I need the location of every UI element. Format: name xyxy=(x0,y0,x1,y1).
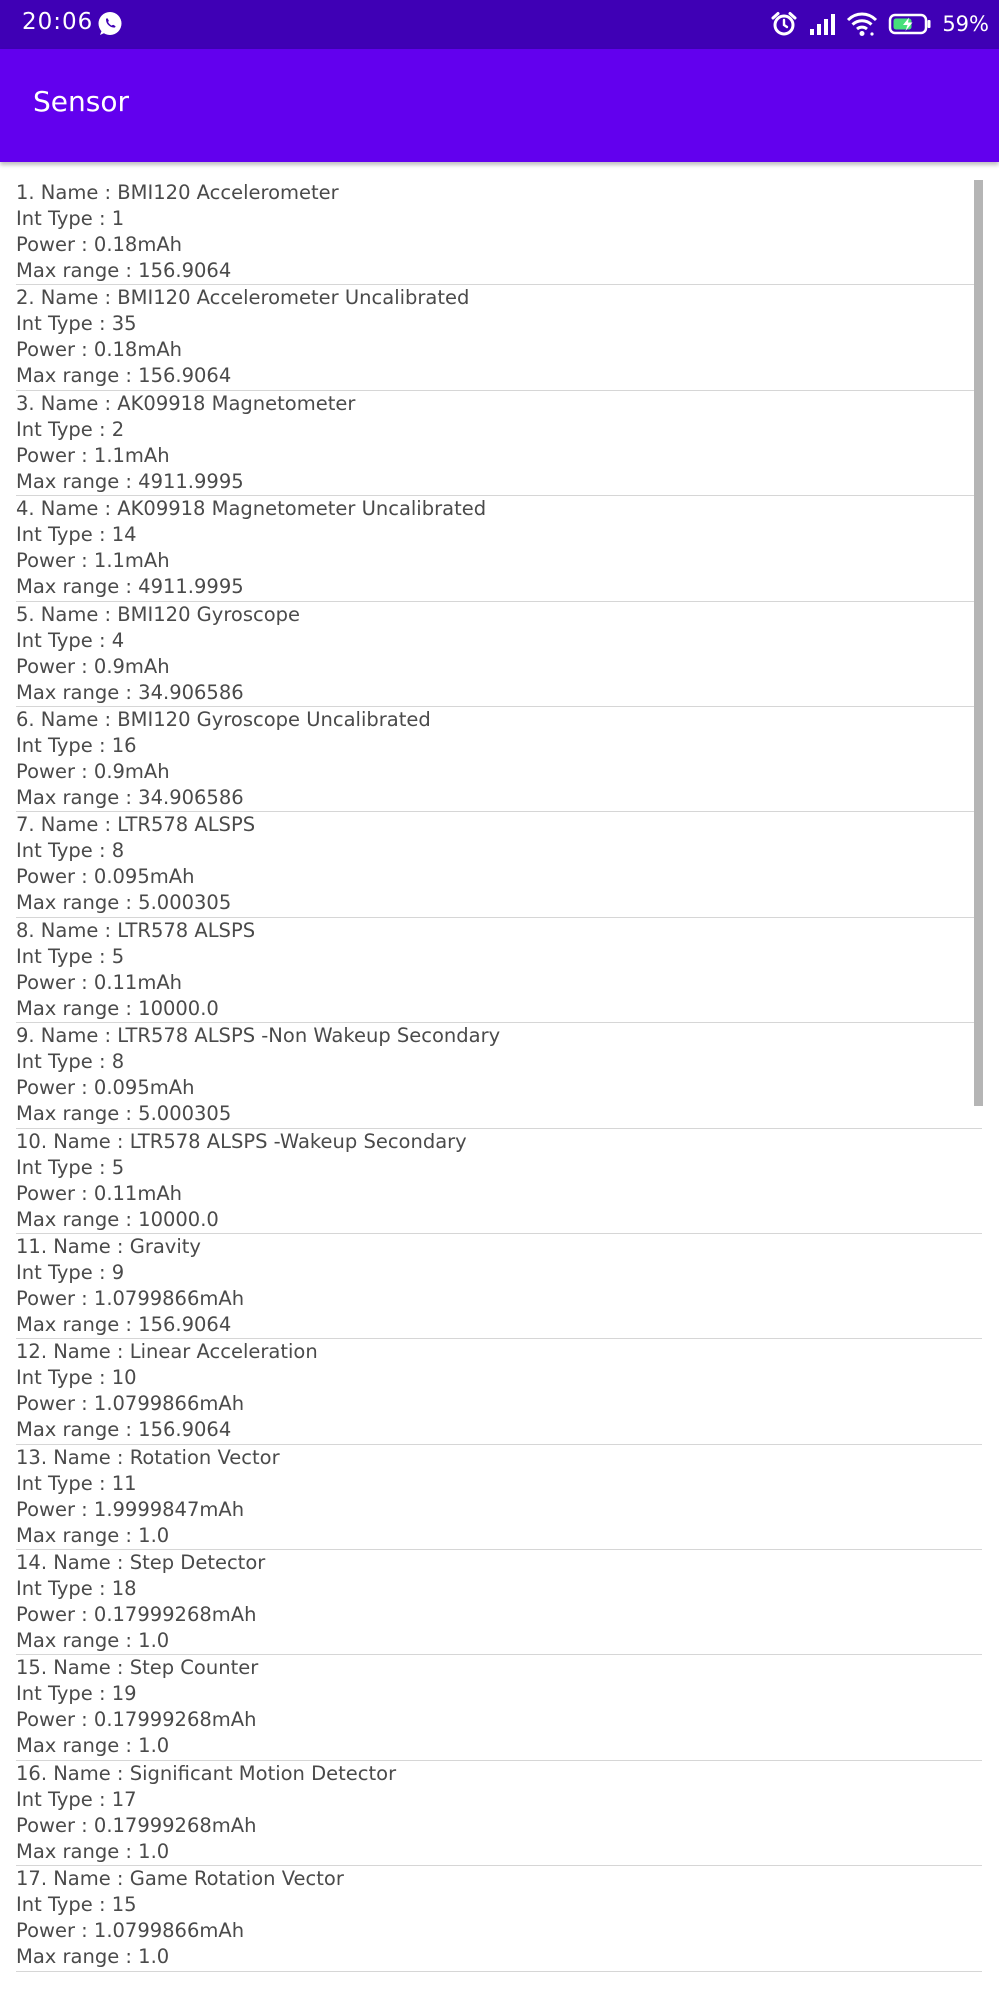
status-icons: 59% xyxy=(770,8,989,40)
whatsapp-icon xyxy=(96,10,124,38)
sensor-max-range-line: Max range : 5.000305 xyxy=(16,1102,232,1126)
sensor-power-line: Power : 0.17999268mAh xyxy=(16,1603,257,1627)
sensor-name-line: 6. Name : BMI120 Gyroscope Uncalibrated xyxy=(16,707,431,731)
sensor-power-line: Power : 1.1mAh xyxy=(16,443,170,467)
sensor-int-type-line: Int Type : 8 xyxy=(16,839,125,863)
sensor-int-type-line: Int Type : 11 xyxy=(16,1471,137,1495)
sensor-int-type-line: Int Type : 8 xyxy=(16,1050,125,1074)
sensor-power-line: Power : 0.18mAh xyxy=(16,338,183,362)
sensor-int-type-line: Int Type : 17 xyxy=(16,1787,137,1811)
sensor-int-type-line: Int Type : 4 xyxy=(16,628,125,652)
list-item: 6. Name : BMI120 Gyroscope Uncalibrated I… xyxy=(16,707,982,813)
sensor-power-line: Power : 0.17999268mAh xyxy=(16,1813,257,1837)
status-time: 20:06 xyxy=(22,9,94,35)
sensor-max-range-line: Max range : 156.9064 xyxy=(16,259,232,282)
sensor-name-line: 14. Name : Step Detector xyxy=(16,1551,266,1575)
sensor-name-line: 16. Name : Significant Motion Detector xyxy=(16,1761,397,1785)
sensor-int-type-line: Int Type : 15 xyxy=(16,1893,137,1917)
sensor-power-line: Power : 1.9999847mAh xyxy=(16,1497,245,1521)
sensor-name-line: 10. Name : LTR578 ALSPS -Wakeup Secondar… xyxy=(16,1129,467,1153)
list-item: 17. Name : Game Rotation Vector Int Type … xyxy=(16,1866,982,1972)
list-item: 11. Name : Gravity Int Type : 9 Power : 1.… xyxy=(16,1234,982,1340)
signal-icon xyxy=(808,10,836,38)
sensor-name-line: 4. Name : AK09918 Magnetometer Uncalibra… xyxy=(16,497,487,521)
sensor-int-type-line: Int Type : 1 xyxy=(16,207,125,230)
alarm-icon xyxy=(770,10,798,38)
sensor-power-line: Power : 0.095mAh xyxy=(16,1076,195,1100)
list-item: 13. Name : Rotation Vector Int Type : 11 P… xyxy=(16,1445,982,1551)
list-item: 14. Name : Step Detector Int Type : 18 Pow… xyxy=(16,1550,982,1656)
sensor-int-type-line: Int Type : 9 xyxy=(16,1260,125,1284)
sensor-int-type-line: Int Type : 10 xyxy=(16,1366,137,1390)
sensor-power-line: Power : 1.1mAh xyxy=(16,549,170,573)
sensor-int-type-line: Int Type : 2 xyxy=(16,417,125,441)
wifi-icon xyxy=(846,10,878,38)
sensor-name-line: 8. Name : LTR578 ALSPS xyxy=(16,918,256,942)
sensor-max-range-line: Max range : 5.000305 xyxy=(16,891,232,915)
sensor-max-range-line: Max range : 1.0 xyxy=(16,1523,170,1547)
page-title: Sensor xyxy=(33,85,129,118)
sensor-max-range-line: Max range : 1.0 xyxy=(16,1734,170,1758)
sensor-int-type-line: Int Type : 14 xyxy=(16,523,137,547)
sensor-max-range-line: Max range : 34.906586 xyxy=(16,785,244,809)
sensor-name-line: 12. Name : Linear Acceleration xyxy=(16,1340,318,1364)
sensor-power-line: Power : 0.17999268mAh xyxy=(16,1708,257,1732)
sensor-max-range-line: Max range : 10000.0 xyxy=(16,996,219,1020)
sensor-max-range-line: Max range : 156.9064 xyxy=(16,364,232,388)
sensor-name-line: 5. Name : BMI120 Gyroscope xyxy=(16,602,301,626)
sensor-max-range-line: Max range : 10000.0 xyxy=(16,1207,219,1231)
sensor-int-type-line: Int Type : 5 xyxy=(16,944,125,968)
sensor-name-line: 11. Name : Gravity xyxy=(16,1234,201,1258)
sensor-power-line: Power : 1.0799866mAh xyxy=(16,1919,245,1943)
sensor-max-range-line: Max range : 1.0 xyxy=(16,1839,170,1863)
sensor-max-range-line: Max range : 1.0 xyxy=(16,1945,170,1969)
list-item: 12. Name : Linear Acceleration Int Type :… xyxy=(16,1339,982,1445)
list-item: 3. Name : AK09918 Magnetometer Int Type :… xyxy=(16,391,982,497)
sensor-power-line: Power : 0.9mAh xyxy=(16,759,170,783)
list-item: 9. Name : LTR578 ALSPS -Non Wakeup Secon… xyxy=(16,1023,982,1129)
sensor-int-type-line: Int Type : 16 xyxy=(16,733,137,757)
list-item: 5. Name : BMI120 Gyroscope Int Type : 4 Po… xyxy=(16,602,982,707)
sensor-power-line: Power : 1.0799866mAh xyxy=(16,1286,245,1310)
app-bar: Sensor xyxy=(0,49,999,162)
sensor-max-range-line: Max range : 4911.9995 xyxy=(16,469,244,493)
sensor-int-type-line: Int Type : 19 xyxy=(16,1682,137,1706)
sensor-int-type-line: Int Type : 18 xyxy=(16,1577,137,1601)
list-item: 16. Name : Significant Motion Detector In… xyxy=(16,1761,982,1867)
sensor-name-line: 13. Name : Rotation Vector xyxy=(16,1445,280,1469)
status-bar: 20:06 59% xyxy=(0,0,999,49)
sensor-max-range-line: Max range : 156.9064 xyxy=(16,1418,232,1442)
sensor-power-line: Power : 1.0799866mAh xyxy=(16,1392,245,1416)
sensor-power-line: Power : 0.11mAh xyxy=(16,970,183,994)
list-item: 15. Name : Step Counter Int Type : 19 Powe… xyxy=(16,1655,982,1761)
list-item: 10. Name : LTR578 ALSPS -Wakeup Secondar… xyxy=(16,1129,982,1234)
sensor-name-line: 17. Name : Game Rotation Vector xyxy=(16,1867,344,1891)
list-item: 4. Name : AK09918 Magnetometer Uncalibra… xyxy=(16,496,982,602)
sensor-power-line: Power : 0.095mAh xyxy=(16,865,195,889)
sensor-list[interactable]: 1. Name : BMI120 Accelerometer Int Type :… xyxy=(16,180,982,1972)
sensor-max-range-line: Max range : 156.9064 xyxy=(16,1312,232,1336)
sensor-int-type-line: Int Type : 5 xyxy=(16,1155,125,1179)
sensor-name-line: 1. Name : BMI120 Accelerometer xyxy=(16,181,339,204)
sensor-max-range-line: Max range : 4911.9995 xyxy=(16,575,244,599)
sensor-name-line: 3. Name : AK09918 Magnetometer xyxy=(16,391,356,415)
list-item: 1. Name : BMI120 Accelerometer Int Type :… xyxy=(16,180,982,286)
battery-charging-icon xyxy=(888,10,932,38)
sensor-power-line: Power : 0.11mAh xyxy=(16,1181,183,1205)
sensor-max-range-line: Max range : 34.906586 xyxy=(16,680,244,704)
sensor-power-line: Power : 0.18mAh xyxy=(16,233,183,256)
sensor-name-line: 2. Name : BMI120 Accelerometer Uncalibra… xyxy=(16,286,470,310)
list-item: 8. Name : LTR578 ALSPS Int Type : 5 Power … xyxy=(16,918,982,1024)
list-item: 2. Name : BMI120 Accelerometer Uncalibra… xyxy=(16,285,982,391)
sensor-int-type-line: Int Type : 35 xyxy=(16,312,137,336)
list-item: 7. Name : LTR578 ALSPS Int Type : 8 Power … xyxy=(16,812,982,918)
sensor-name-line: 15. Name : Step Counter xyxy=(16,1656,259,1680)
sensor-power-line: Power : 0.9mAh xyxy=(16,654,170,678)
sensor-name-line: 9. Name : LTR578 ALSPS -Non Wakeup Secon… xyxy=(16,1024,501,1048)
sensor-name-line: 7. Name : LTR578 ALSPS xyxy=(16,813,256,837)
battery-percent: 59% xyxy=(942,12,989,36)
sensor-max-range-line: Max range : 1.0 xyxy=(16,1629,170,1653)
scrollbar[interactable] xyxy=(974,180,983,1106)
